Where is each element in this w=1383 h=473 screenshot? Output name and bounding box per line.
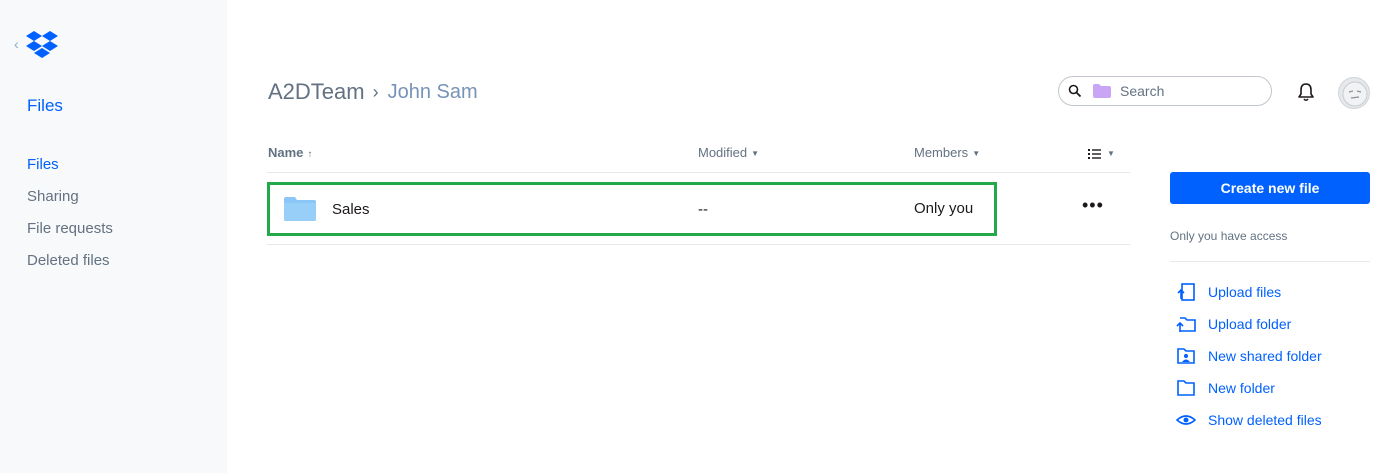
show-deleted-files-label: Show deleted files [1208, 412, 1322, 428]
chevron-right-icon: › [372, 81, 379, 102]
upload-folder-icon [1176, 317, 1196, 332]
avatar[interactable] [1338, 77, 1370, 109]
more-options-button[interactable]: ••• [1082, 195, 1104, 216]
access-info: Only you have access [1170, 229, 1370, 262]
caret-down-icon: ▼ [1107, 149, 1115, 159]
table-row[interactable]: Sales -- Only you ••• [267, 173, 1130, 245]
right-panel: Create new file Only you have access Upl… [1170, 172, 1370, 436]
upload-files-action[interactable]: Upload files [1170, 276, 1370, 308]
new-folder-action[interactable]: New folder [1170, 372, 1370, 404]
search-icon [1068, 84, 1082, 98]
action-list: Upload files Upload folder New shared fo… [1170, 276, 1370, 436]
sidebar-item-file-requests[interactable]: File requests [27, 220, 113, 252]
show-deleted-files-action[interactable]: Show deleted files [1170, 404, 1370, 436]
avatar-face-icon [1342, 81, 1368, 107]
column-header-members[interactable]: Members ▼ [914, 145, 980, 160]
file-members: Only you [914, 200, 974, 217]
column-name-label: Name [268, 145, 304, 160]
search-input[interactable] [1118, 82, 1262, 100]
new-folder-label: New folder [1208, 380, 1275, 396]
upload-folder-label: Upload folder [1208, 316, 1292, 332]
breadcrumb-current: John Sam [387, 80, 478, 103]
view-toggle-button[interactable]: ▼ [1087, 145, 1117, 161]
sidebar-title[interactable]: Files [27, 96, 63, 116]
caret-down-icon: ▼ [972, 149, 981, 159]
folder-icon [1093, 84, 1111, 98]
sidebar-item-deleted-files[interactable]: Deleted files [27, 252, 113, 284]
column-header-name[interactable]: Name ↑ [268, 145, 312, 160]
dropbox-logo-icon[interactable] [26, 30, 58, 58]
list-view-icon [1088, 148, 1101, 159]
breadcrumb-root[interactable]: A2DTeam [268, 79, 365, 105]
back-chevron-icon[interactable]: ‹ [14, 36, 26, 52]
upload-files-label: Upload files [1208, 284, 1282, 300]
sort-arrow-up-icon: ↑ [307, 149, 313, 160]
folder-icon [284, 197, 316, 221]
table-header: Name ↑ Modified ▼ Members ▼ ▼ [267, 140, 1130, 173]
search-box[interactable] [1058, 76, 1272, 106]
sidebar-item-sharing[interactable]: Sharing [27, 188, 113, 220]
upload-files-icon [1177, 283, 1195, 301]
logo-area[interactable]: ‹ [14, 30, 58, 58]
new-folder-icon [1177, 380, 1195, 396]
upload-folder-action[interactable]: Upload folder [1170, 308, 1370, 340]
file-table: Name ↑ Modified ▼ Members ▼ ▼ Sales -- Only… [267, 140, 1130, 245]
file-modified: -- [698, 201, 708, 218]
create-new-file-button[interactable]: Create new file [1170, 172, 1370, 204]
file-name[interactable]: Sales [332, 201, 370, 218]
sidebar-nav: Files Sharing File requests Deleted file… [27, 156, 113, 284]
shared-folder-icon [1177, 348, 1195, 364]
sidebar: ‹ Files Files Sharing File requests Dele… [0, 0, 227, 473]
new-shared-folder-action[interactable]: New shared folder [1170, 340, 1370, 372]
new-shared-folder-label: New shared folder [1208, 348, 1322, 364]
column-members-label: Members [914, 145, 969, 160]
breadcrumb: A2DTeam › John Sam [268, 79, 478, 105]
caret-down-icon: ▼ [751, 149, 760, 159]
eye-icon [1176, 415, 1196, 425]
row-highlight-box [267, 182, 997, 236]
column-header-modified[interactable]: Modified ▼ [698, 145, 759, 160]
column-modified-label: Modified [698, 145, 748, 160]
bell-icon[interactable] [1295, 81, 1317, 103]
sidebar-item-files[interactable]: Files [27, 156, 113, 188]
